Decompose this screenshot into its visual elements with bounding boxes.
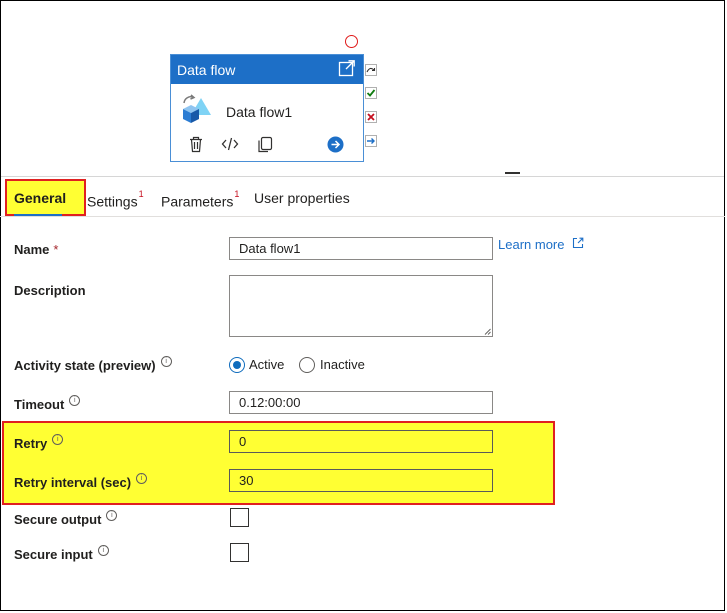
success-check-icon[interactable] xyxy=(365,86,377,99)
tab-user-properties[interactable]: User properties xyxy=(254,180,350,216)
activity-name: Data flow1 xyxy=(226,103,293,120)
required-marker: * xyxy=(53,242,59,257)
tab-label: User properties xyxy=(254,190,350,206)
info-icon[interactable]: i xyxy=(97,545,109,556)
activity-card[interactable]: Data flow Data flow1 xyxy=(170,54,364,162)
retry-interval-input[interactable]: 30 xyxy=(229,469,493,492)
properties-tabs: General Settings1 Parameters1 User prope… xyxy=(0,180,725,217)
info-icon[interactable]: i xyxy=(160,356,172,367)
radio-inactive-label[interactable]: Inactive xyxy=(320,357,365,372)
name-label: Name * xyxy=(14,242,58,257)
tab-label: General xyxy=(14,190,67,206)
retry-label: Retry i xyxy=(14,434,64,451)
timeout-label: Timeout i xyxy=(14,395,81,412)
info-icon[interactable]: i xyxy=(106,510,118,521)
description-label: Description xyxy=(14,283,86,298)
info-icon[interactable]: i xyxy=(52,434,64,445)
data-flow-icon xyxy=(180,93,214,130)
secure-output-label-text: Secure output xyxy=(14,512,102,527)
selection-circle-icon xyxy=(345,35,358,48)
activity-action-bar xyxy=(187,136,357,156)
name-input[interactable]: Data flow1 xyxy=(229,237,493,260)
retry-label-text: Retry xyxy=(14,436,48,451)
secure-input-checkbox[interactable] xyxy=(230,543,249,562)
tab-label: Settings xyxy=(87,193,138,210)
name-label-text: Name xyxy=(14,242,50,257)
timeout-label-text: Timeout xyxy=(14,397,65,412)
activity-card-body: Data flow1 xyxy=(180,93,292,130)
timeout-input[interactable]: 0.12:00:00 xyxy=(229,391,493,414)
description-textarea[interactable] xyxy=(229,275,493,337)
tab-settings[interactable]: Settings1 xyxy=(87,180,144,216)
learn-more-link[interactable]: Learn more xyxy=(498,237,584,252)
tab-badge: 1 xyxy=(138,189,144,199)
learn-more-text: Learn more xyxy=(498,237,565,252)
failure-x-icon[interactable] xyxy=(365,110,377,123)
panel-divider xyxy=(1,176,724,177)
radio-active-label[interactable]: Active xyxy=(249,357,284,372)
tab-badge: 1 xyxy=(234,189,240,199)
open-external-icon[interactable] xyxy=(338,59,356,80)
activity-state-label-text: Activity state (preview) xyxy=(14,358,156,373)
tab-parameters[interactable]: Parameters1 xyxy=(161,180,239,216)
tab-label: Parameters xyxy=(161,193,234,210)
copy-icon[interactable] xyxy=(257,136,273,158)
arrow-right-circle-icon[interactable] xyxy=(327,136,344,158)
code-icon[interactable] xyxy=(221,136,239,157)
radio-active[interactable] xyxy=(229,357,245,373)
secure-input-label: Secure input i xyxy=(14,545,109,562)
panel-resize-handle[interactable] xyxy=(505,172,520,174)
retry-interval-label-text: Retry interval (sec) xyxy=(14,475,132,490)
activity-type-title: Data flow xyxy=(177,61,236,78)
secure-output-label: Secure output i xyxy=(14,510,118,527)
open-external-icon xyxy=(572,237,584,252)
radio-inactive[interactable] xyxy=(299,357,315,373)
trash-icon[interactable] xyxy=(188,136,204,158)
secure-input-label-text: Secure input xyxy=(14,547,93,562)
tab-general[interactable]: General xyxy=(14,180,66,216)
completion-arrow-icon[interactable] xyxy=(365,134,377,147)
skip-icon[interactable] xyxy=(365,63,377,76)
info-icon[interactable]: i xyxy=(136,473,148,484)
secure-output-checkbox[interactable] xyxy=(230,508,249,527)
info-icon[interactable]: i xyxy=(69,395,81,406)
activity-card-header: Data flow xyxy=(171,55,363,84)
retry-interval-label: Retry interval (sec) i xyxy=(14,473,148,490)
resize-grip-icon[interactable] xyxy=(484,328,491,335)
retry-input[interactable]: 0 xyxy=(229,430,493,453)
active-tab-indicator xyxy=(14,214,62,216)
activity-state-label: Activity state (preview) i xyxy=(14,356,172,373)
